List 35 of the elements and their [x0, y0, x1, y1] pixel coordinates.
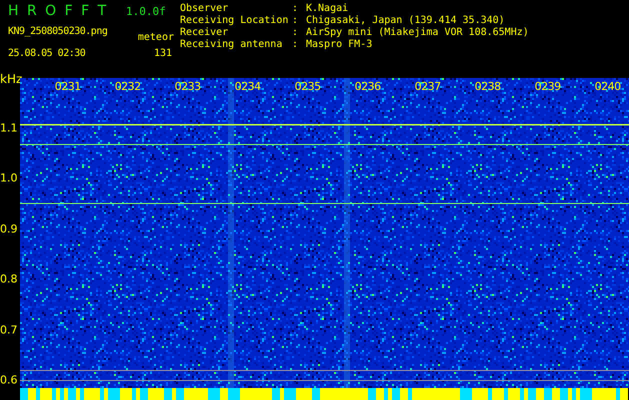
datetime-label: 25.08.05 02:30 — [8, 48, 86, 58]
axis-label: 0.7 — [0, 323, 18, 336]
axis-label: 0.6 — [0, 373, 18, 386]
info-value: Chigasaki, Japan (139.414 35.340) — [306, 15, 506, 27]
app-title: H R O F F T — [8, 3, 108, 19]
unit-label: kHz — [0, 72, 22, 86]
count-label: 131 — [152, 48, 173, 58]
time-label: 0237 — [414, 80, 441, 93]
axis-label: 1.1 — [0, 121, 18, 134]
version-label: 1.0.0f — [126, 4, 167, 18]
info-separator: : — [292, 39, 300, 51]
time-label: 0234 — [234, 80, 261, 93]
axis-label: 0.8 — [0, 272, 18, 286]
time-label: 0236 — [354, 80, 381, 93]
info-label: Receiving antenna — [180, 39, 284, 51]
time-label: 0238 — [474, 80, 501, 93]
info-value: AirSpy mini (Miakejima VOR 108.65MHz) — [306, 27, 529, 39]
time-label: 0239 — [534, 80, 561, 93]
axis-label: 0.9 — [0, 222, 18, 236]
mode-label: meteor — [136, 32, 175, 43]
info-separator: : — [292, 3, 300, 15]
info-label: Receiver — [180, 27, 230, 39]
time-label: 0235 — [294, 80, 321, 93]
info-value: K.Nagai — [306, 3, 350, 15]
time-label: 0240 — [594, 80, 621, 93]
info-label: Observer — [180, 3, 230, 15]
time-label: 0232 — [114, 80, 141, 93]
info-value: Maspro FM-3 — [306, 39, 374, 51]
info-label: Receiving Location — [180, 15, 290, 27]
filename-label: KN9_2508050230.png — [8, 26, 108, 36]
info-separator: : — [292, 27, 300, 39]
time-label: 0231 — [54, 80, 81, 93]
time-label: 0233 — [174, 80, 201, 93]
info-separator: : — [292, 15, 300, 27]
axis-label: 1.0 — [0, 172, 18, 185]
